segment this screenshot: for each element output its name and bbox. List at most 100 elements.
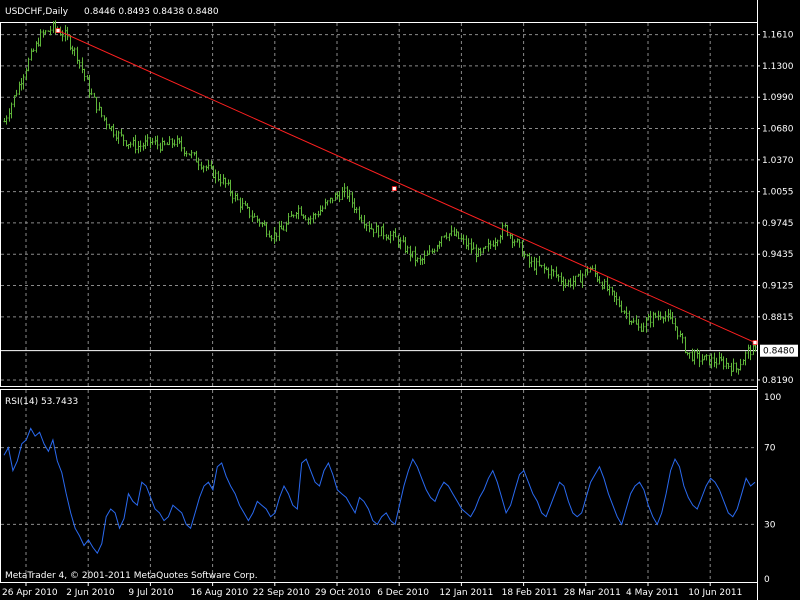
price-bar <box>241 197 244 210</box>
price-bar <box>103 115 106 122</box>
price-bar <box>375 222 378 234</box>
price-tick-label: 0.9745 <box>762 219 794 229</box>
trendline[interactable] <box>55 28 758 345</box>
price-bar <box>202 165 205 173</box>
trendline-anchor[interactable] <box>391 186 397 191</box>
price-bar <box>564 278 567 288</box>
price-bar <box>377 225 380 238</box>
price-bar <box>479 247 482 257</box>
price-bar <box>142 142 145 151</box>
price-bar <box>399 237 402 250</box>
price-bar <box>188 153 191 156</box>
price-bar <box>438 240 441 249</box>
price-bar <box>543 263 546 274</box>
price-bar <box>295 211 298 219</box>
price-bar <box>149 137 152 149</box>
trendline-anchor[interactable] <box>55 28 61 33</box>
price-bar <box>139 140 142 152</box>
time-tick-label: 6 Dec 2010 <box>377 588 429 598</box>
price-bar <box>739 358 742 371</box>
price-bar <box>423 250 426 264</box>
price-bar <box>701 354 704 365</box>
price-bar <box>358 206 361 221</box>
price-bar <box>360 214 363 223</box>
price-bar <box>450 225 453 237</box>
price-bar <box>76 46 79 64</box>
price-bar <box>453 227 456 237</box>
price-bar <box>404 236 407 254</box>
chart-canvas[interactable]: 1.1610 1.1300 1.0990 1.0680 1.0370 1.0055 0.97… <box>0 0 800 600</box>
price-bar <box>207 159 210 170</box>
price-bar <box>465 235 468 250</box>
price-bar <box>596 272 599 283</box>
price-panel-frame <box>0 22 758 387</box>
price-bar <box>154 136 157 145</box>
price-bar <box>265 222 268 238</box>
price-bar <box>613 290 616 302</box>
price-bar <box>615 292 618 306</box>
current-price-label: 0.8480 <box>763 347 795 357</box>
price-bar <box>125 140 128 147</box>
price-bar <box>686 351 689 356</box>
price-bar <box>190 150 193 159</box>
price-bar <box>239 197 242 213</box>
price-bar <box>674 318 677 331</box>
price-bar <box>611 286 614 296</box>
price-bar <box>737 368 740 375</box>
price-bar <box>346 186 349 200</box>
price-bar <box>302 214 305 220</box>
price-tick-label: 1.0370 <box>762 156 794 166</box>
price-bar <box>667 308 670 322</box>
price-bar <box>292 214 295 218</box>
price-bar <box>470 238 473 254</box>
price-bar <box>117 130 120 144</box>
copyright-text: MetaTrader 4, © 2001-2011 MetaQuotes Sof… <box>5 571 258 581</box>
rsi-tick-label: 100 <box>764 393 781 403</box>
price-bar <box>501 222 504 240</box>
price-bar <box>499 234 502 244</box>
price-bar <box>275 232 278 242</box>
price-bar <box>71 45 74 55</box>
rsi-panel-frame <box>0 389 758 583</box>
price-bar <box>365 223 368 232</box>
price-bar <box>120 128 123 137</box>
price-bar <box>39 29 42 47</box>
price-bar <box>487 238 490 252</box>
price-bar <box>645 316 648 333</box>
price-bar <box>671 312 674 325</box>
price-bar <box>560 272 563 285</box>
price-bar <box>227 179 230 186</box>
price-bar <box>105 117 108 130</box>
price-bar <box>268 230 271 238</box>
price-tick-label: 0.9125 <box>762 282 794 292</box>
price-bar <box>44 30 47 35</box>
price-bar <box>509 233 512 239</box>
price-bar <box>324 198 327 210</box>
price-bar <box>574 275 577 287</box>
price-bar <box>577 273 580 277</box>
price-bar <box>168 136 171 146</box>
price-bar <box>88 74 91 98</box>
price-bar <box>419 255 422 265</box>
price-bar <box>705 354 708 361</box>
price-bar <box>161 137 164 151</box>
price-bar <box>389 231 392 244</box>
price-bar <box>35 41 38 53</box>
price-bar <box>314 213 317 220</box>
time-tick-label: 4 May 2011 <box>626 588 679 598</box>
price-bar <box>387 234 390 240</box>
trendline-segment[interactable] <box>57 30 756 344</box>
price-bar <box>317 210 320 218</box>
price-bar <box>715 357 718 369</box>
trendline-anchor[interactable] <box>752 340 758 345</box>
price-bar <box>618 296 621 308</box>
price-bar <box>552 269 555 277</box>
price-tick-label: 1.1300 <box>762 62 794 72</box>
price-bar <box>696 348 699 359</box>
price-bar <box>193 152 196 156</box>
price-bar <box>151 137 154 145</box>
price-bar <box>433 248 436 254</box>
time-tick-label: 28 Mar 2011 <box>564 588 621 598</box>
price-bar <box>630 320 633 325</box>
price-bar <box>3 118 6 123</box>
